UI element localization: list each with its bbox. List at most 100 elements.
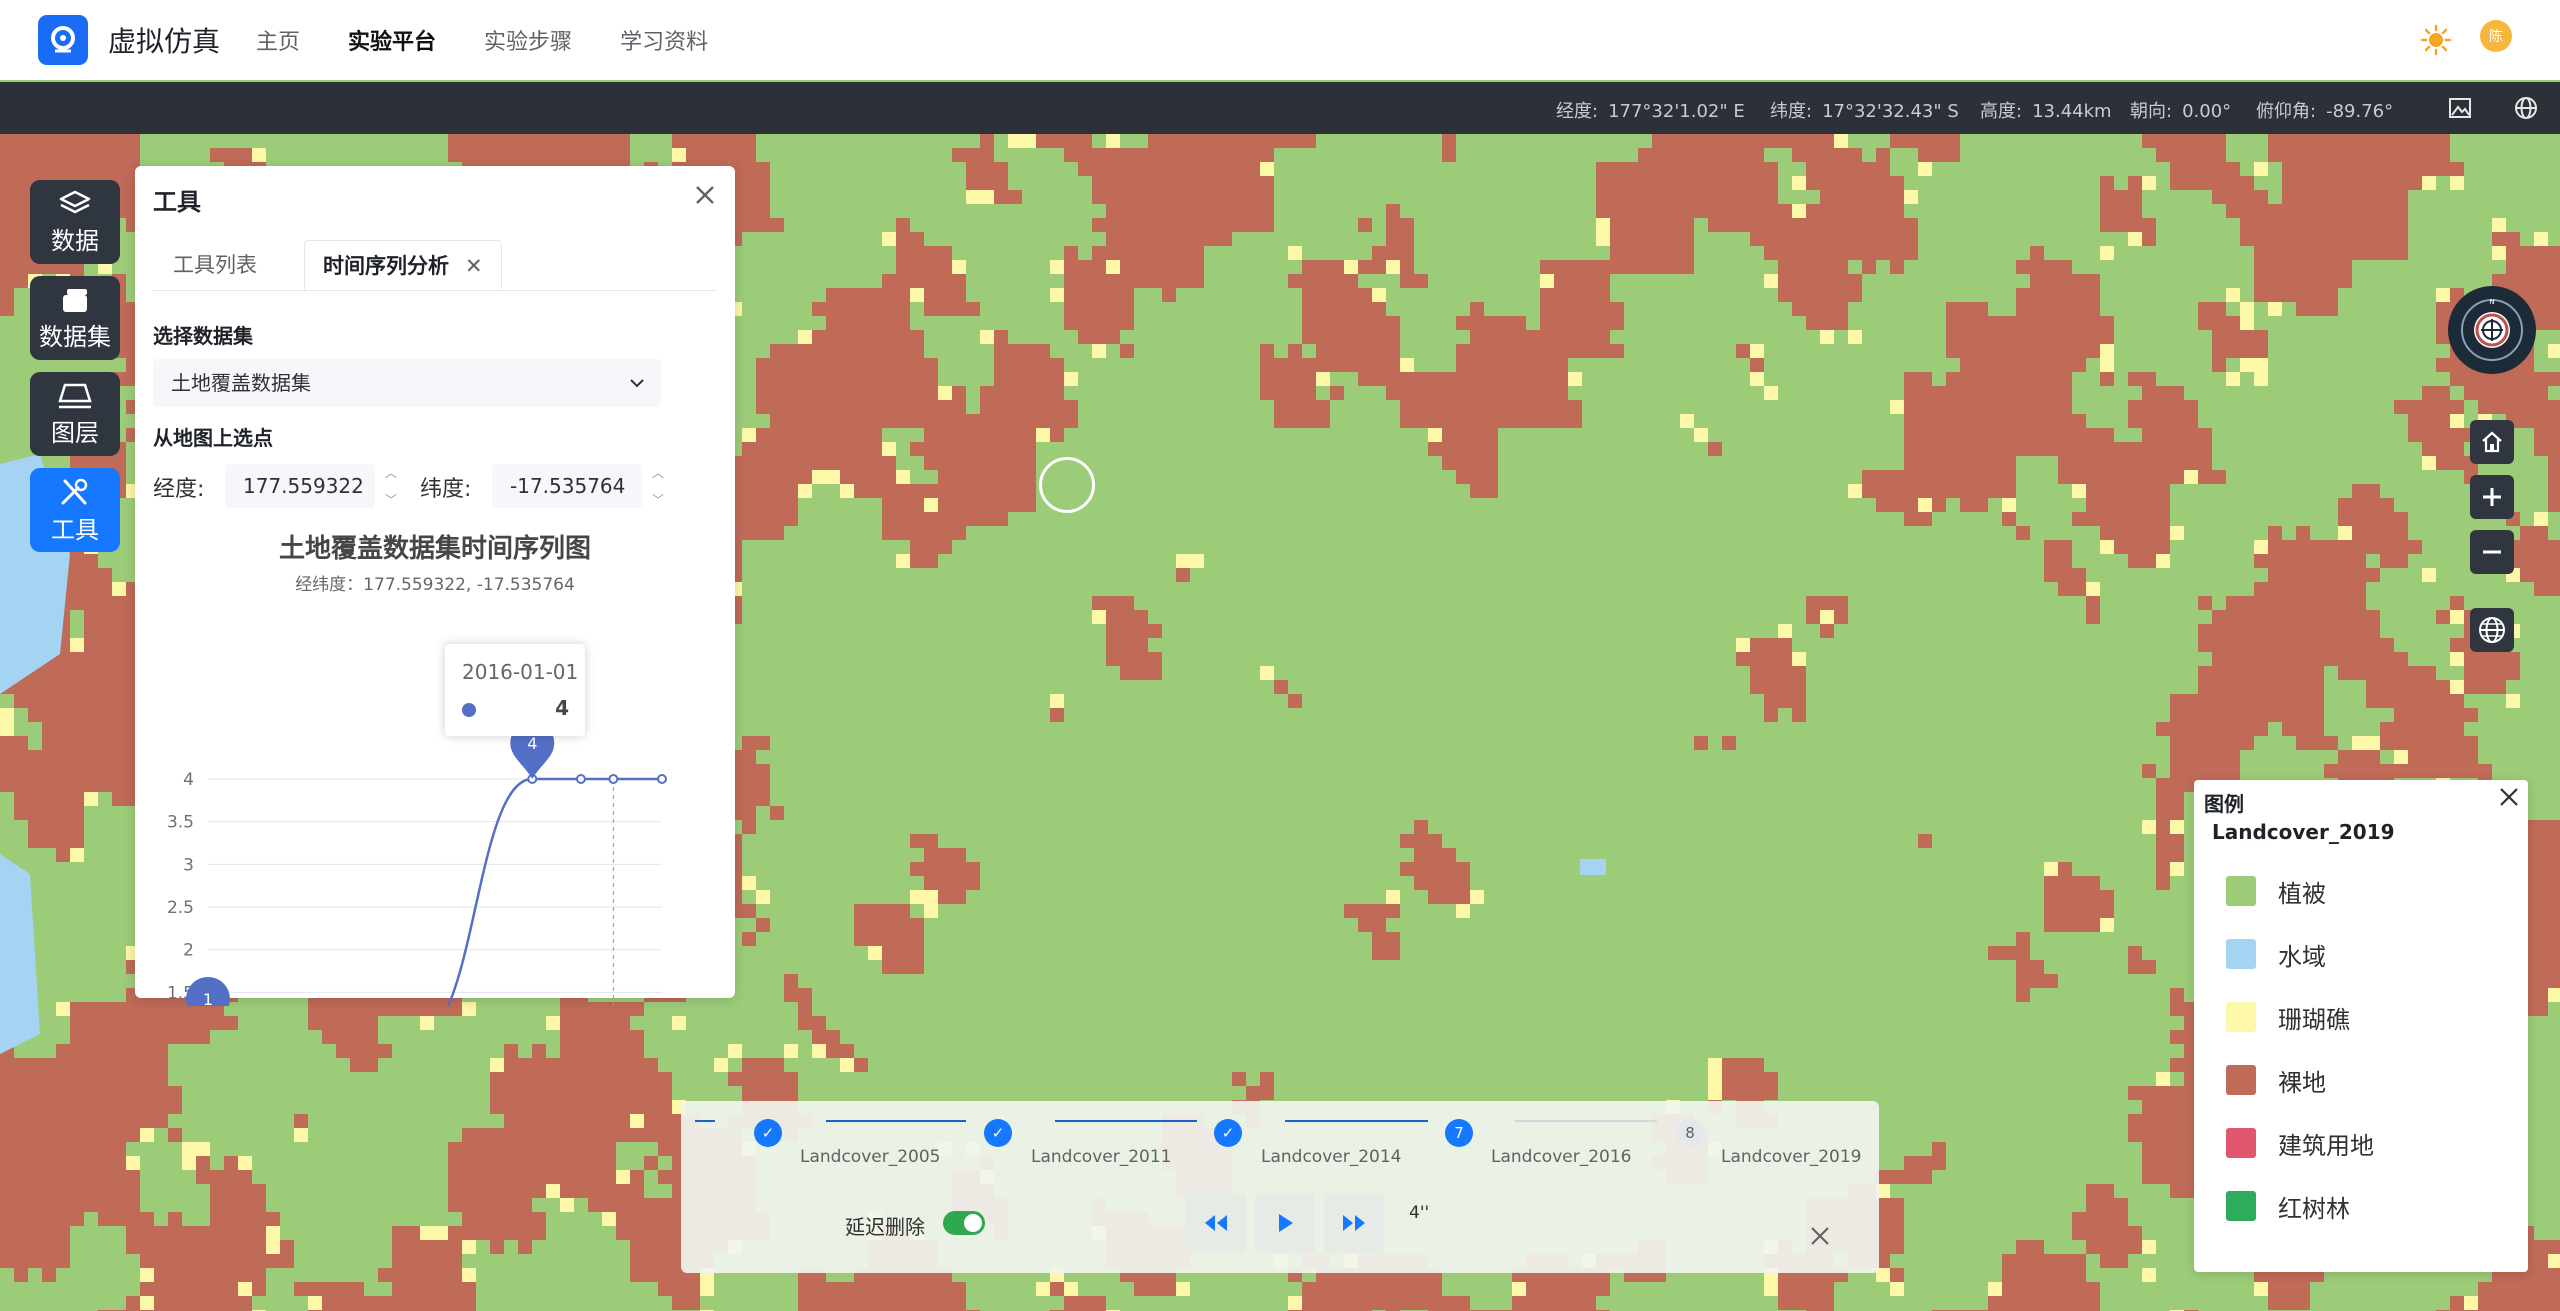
step-connector xyxy=(826,1120,966,1122)
map-legend: 图例 Landcover_2019 植被 水域 珊瑚礁 裸地 建筑用地 红树林 xyxy=(2194,780,2528,1272)
status-pitch: 俯仰角: -89.76° xyxy=(2256,101,2394,122)
pick-point-label: 从地图上选点 xyxy=(153,426,273,450)
dataset-icon xyxy=(63,288,87,312)
play-icon xyxy=(1279,1214,1293,1232)
chart-title: 土地覆盖数据集时间序列图 xyxy=(278,534,591,564)
nav-item-materials[interactable]: 学习资料 xyxy=(620,24,708,56)
close-icon[interactable] xyxy=(1805,1221,1835,1251)
longitude-stepper[interactable]: ︿ ﹀ xyxy=(381,464,401,508)
dataset-select-value: 土地覆盖数据集 xyxy=(171,371,311,395)
legend-item: 珊瑚礁 xyxy=(2226,997,2350,1037)
legend-swatch xyxy=(2226,939,2256,969)
longitude-input[interactable] xyxy=(225,464,375,508)
delay-delete-label: 延迟删除 xyxy=(845,1215,925,1239)
sun-icon[interactable] xyxy=(2416,20,2456,60)
legend-item: 植被 xyxy=(2226,871,2326,911)
dataset-select[interactable]: 土地覆盖数据集 xyxy=(153,359,661,407)
status-latitude: 纬度: 17°32'32.43" S xyxy=(1770,101,1959,122)
longitude-label: 经度: xyxy=(153,477,205,502)
camera-status-bar: 经度: 177°32'1.02" E 纬度: 17°32'32.43" S 高度: 1… xyxy=(0,82,2560,134)
globe-icon[interactable] xyxy=(2512,94,2540,122)
panel-tabs: 工具列表 时间序列分析 ✕ xyxy=(153,240,717,291)
y-tick-label: 2.5 xyxy=(167,898,194,918)
legend-layer-name: Landcover_2019 xyxy=(2212,820,2395,844)
y-tick-label: 3.5 xyxy=(167,813,194,833)
zoom-out-icon[interactable] xyxy=(2470,530,2514,574)
marker-label: 4 xyxy=(527,734,537,753)
data-point xyxy=(608,774,619,784)
image-icon[interactable] xyxy=(2446,94,2474,122)
sidebar-dataset-button[interactable]: 数据集 xyxy=(30,276,120,360)
dataset-section-label: 选择数据集 xyxy=(153,324,253,348)
legend-swatch xyxy=(2226,1002,2256,1032)
nav-item-home[interactable]: 主页 xyxy=(256,24,300,56)
close-icon[interactable] xyxy=(2494,782,2524,812)
legend-swatch xyxy=(2226,1191,2256,1221)
step-done-icon[interactable]: ✓ xyxy=(754,1119,782,1147)
legend-swatch xyxy=(2226,876,2256,906)
step-pending-number[interactable]: 8 xyxy=(1676,1119,1704,1147)
legend-item: 水域 xyxy=(2226,934,2326,974)
compass-icon[interactable]: N xyxy=(2448,286,2536,374)
globe-view-icon[interactable] xyxy=(2470,608,2514,652)
legend-item: 建筑用地 xyxy=(2226,1123,2374,1163)
step-done-icon[interactable]: ✓ xyxy=(984,1119,1012,1147)
main-nav: 主页 实验平台 实验步骤 学习资料 xyxy=(256,24,756,56)
nav-item-platform[interactable]: 实验平台 xyxy=(348,24,436,56)
zoom-in-icon[interactable] xyxy=(2470,475,2514,519)
legend-swatch xyxy=(2226,1065,2256,1095)
tab-time-series[interactable]: 时间序列分析 ✕ xyxy=(304,240,502,290)
y-tick-label: 3 xyxy=(183,855,194,875)
latitude-stepper[interactable]: ︿ ﹀ xyxy=(648,464,668,508)
latitude-input[interactable] xyxy=(492,464,642,508)
rewind-icon xyxy=(1205,1215,1227,1231)
step-label[interactable]: Landcover_2019 xyxy=(1721,1147,1861,1167)
close-tab-icon[interactable]: ✕ xyxy=(465,254,483,278)
step-label[interactable]: Landcover_2011 xyxy=(1031,1147,1171,1167)
sidebar-data-button[interactable]: 数据 xyxy=(30,180,120,264)
tooltip-series-dot xyxy=(462,703,476,717)
step-current-number[interactable]: 7 xyxy=(1445,1119,1473,1147)
delay-delete-toggle[interactable] xyxy=(943,1211,985,1235)
sidebar-tools-button[interactable]: 工具 xyxy=(30,468,120,552)
step-done-icon[interactable]: ✓ xyxy=(1214,1119,1242,1147)
y-tick-label: 4 xyxy=(183,770,194,790)
tooltip-value: 4 xyxy=(555,696,569,720)
sidebar-dataset-label: 数据集 xyxy=(39,322,111,351)
sidebar-tools-label: 工具 xyxy=(51,515,99,544)
data-point xyxy=(657,774,667,784)
playback-speed[interactable]: 4'' xyxy=(1409,1203,1429,1223)
fast-forward-button[interactable] xyxy=(1324,1193,1384,1253)
sidebar-layer-button[interactable]: 图层 xyxy=(30,372,120,456)
status-longitude: 经度: 177°32'1.02" E xyxy=(1556,101,1745,122)
panel-title: 工具 xyxy=(153,188,201,216)
data-point xyxy=(575,774,586,784)
close-icon[interactable] xyxy=(690,180,720,210)
step-label[interactable]: Landcover_2005 xyxy=(800,1147,940,1167)
nav-item-steps[interactable]: 实验步骤 xyxy=(484,24,572,56)
step-label[interactable]: Landcover_2016 xyxy=(1491,1147,1631,1167)
step-label[interactable]: Landcover_2014 xyxy=(1261,1147,1401,1167)
step-connector xyxy=(1055,1120,1197,1122)
tab-time-series-label: 时间序列分析 xyxy=(323,254,449,278)
play-button[interactable] xyxy=(1255,1193,1315,1253)
home-icon[interactable] xyxy=(2470,420,2514,464)
time-series-chart[interactable]: 11.522.533.541996200120062011201614 xyxy=(135,586,735,1006)
tab-tool-list[interactable]: 工具列表 xyxy=(155,240,275,290)
status-heading: 朝向: 0.00° xyxy=(2130,101,2232,122)
map-crosshair xyxy=(1039,457,1095,513)
rewind-button[interactable] xyxy=(1186,1193,1246,1253)
avatar[interactable]: 陈 xyxy=(2480,20,2512,52)
fast-forward-icon xyxy=(1343,1215,1365,1231)
chevron-down-icon xyxy=(630,379,644,388)
legend-item: 红树林 xyxy=(2226,1186,2350,1226)
layer-icon xyxy=(58,383,92,408)
legend-title: 图例 xyxy=(2204,792,2244,816)
tooltip-date: 2016-01-01 xyxy=(462,660,579,684)
step-connector xyxy=(1285,1120,1428,1122)
step-connector xyxy=(1515,1120,1657,1122)
latitude-label: 纬度: xyxy=(420,477,472,502)
layers-icon xyxy=(59,190,91,213)
sidebar-layer-label: 图层 xyxy=(51,418,99,447)
sidebar-data-label: 数据 xyxy=(51,226,99,255)
